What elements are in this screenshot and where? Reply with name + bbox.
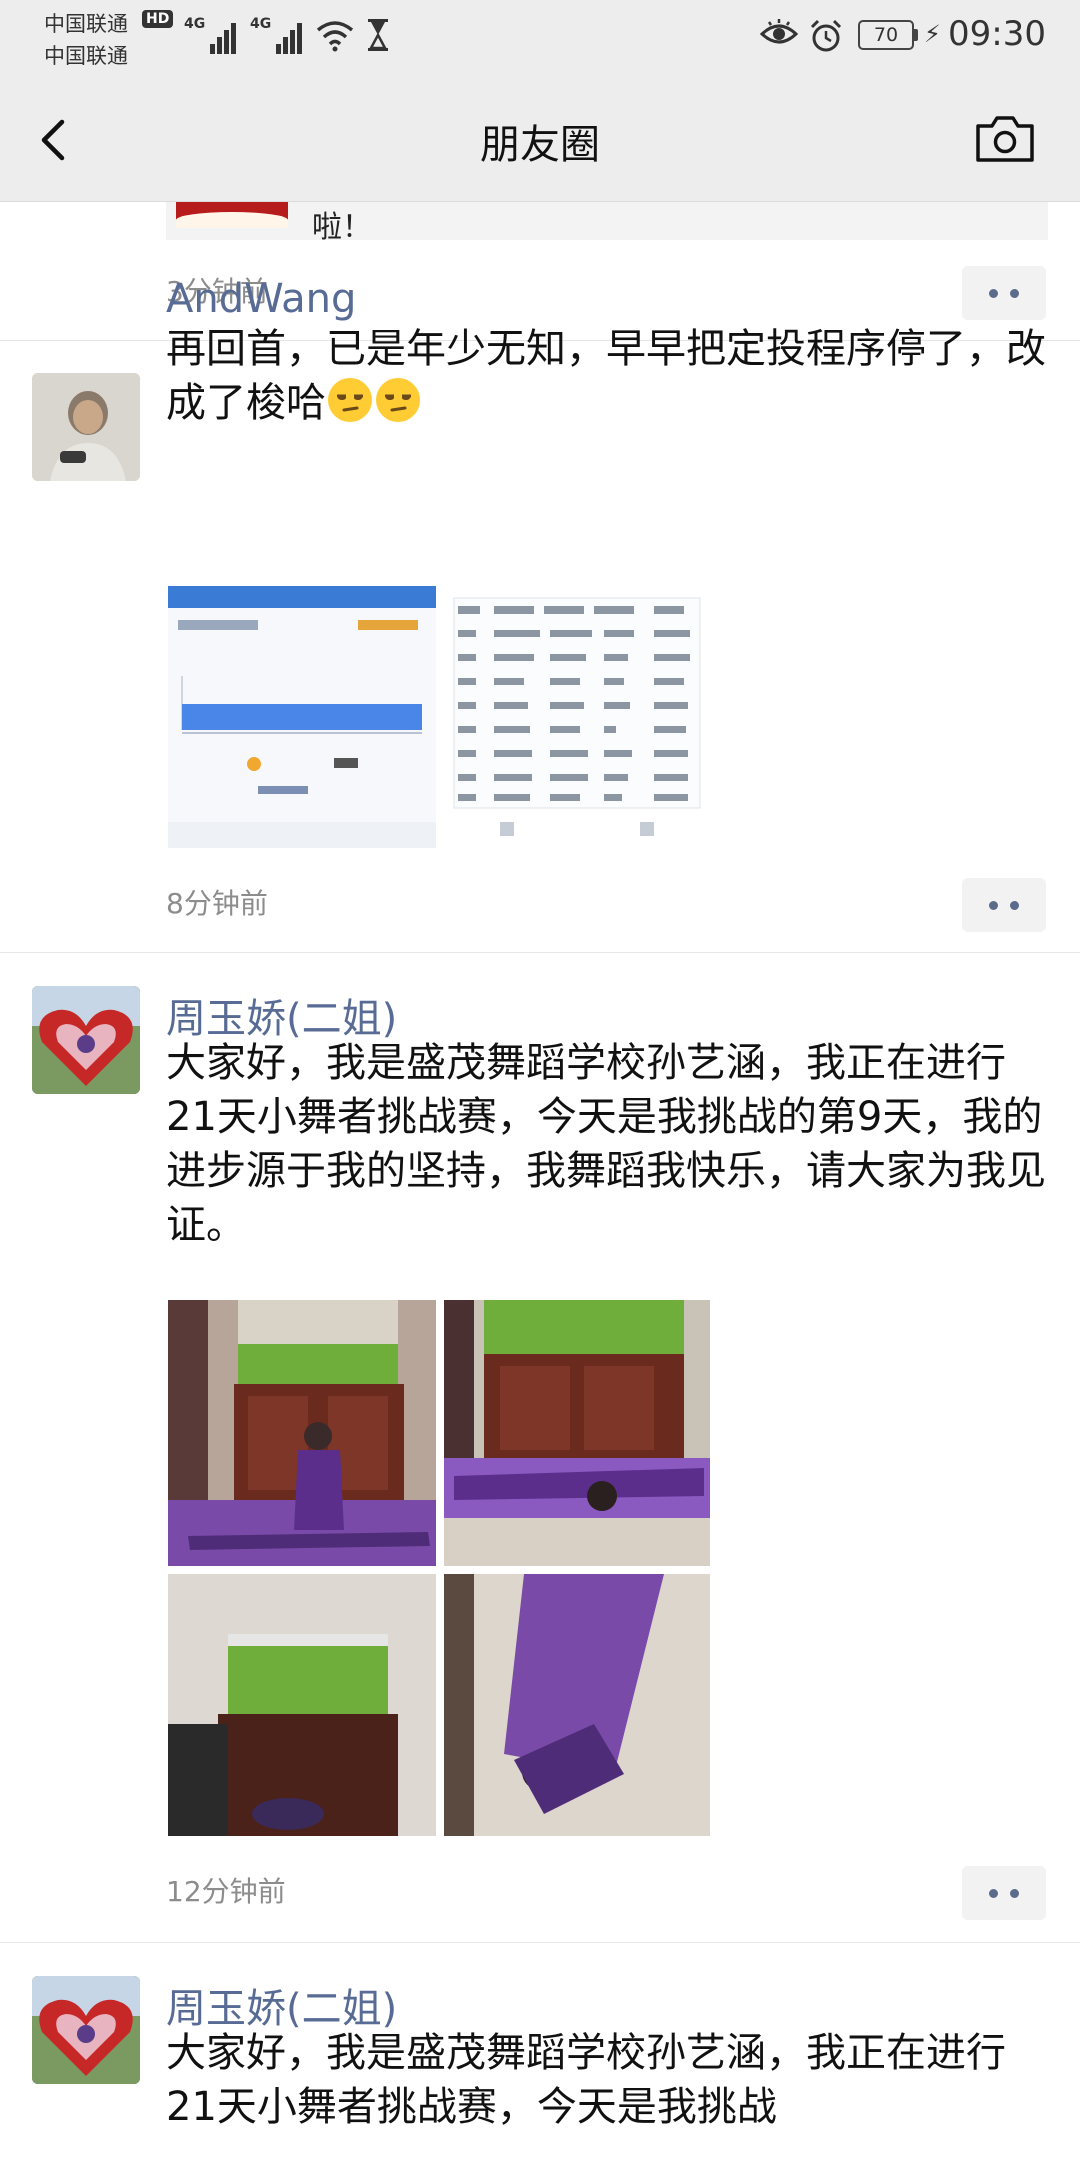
shared-link-card[interactable]: 啦！ [166, 202, 1048, 245]
status-bar: 中国联通 HD 中国联通 4G 4G 70 ⚡ 09:30 [0, 0, 1080, 72]
more-button[interactable] [962, 266, 1046, 320]
avatar[interactable] [32, 373, 140, 481]
post-content: 再回首，已是年少无知，早早把定投程序停了，改成了梭哈 [166, 326, 1046, 426]
eye-comfort-icon [760, 19, 798, 44]
carrier-label-2: 中国联通 [44, 44, 128, 68]
charging-bolt-icon: ⚡ [924, 20, 941, 48]
page-title: 朋友圈 [480, 122, 600, 168]
smirk-emoji-icon [376, 378, 420, 422]
wifi-icon [316, 21, 354, 52]
cellular-signal-icon-2: 4G [250, 16, 306, 54]
moments-feed[interactable]: 啦！ 3分钟前 AndWang 再回首，已是年少无知，早早把定投程序停了，改成了… [0, 202, 1080, 2160]
post-content: 大家好，我是盛茂舞蹈学校孙艺涵，我正在进行21天小舞者挑战赛，今天是我挑战 [166, 2030, 1006, 2130]
alarm-clock-icon [810, 19, 842, 52]
cellular-signal-icon: 4G [184, 16, 240, 54]
hourglass-icon [368, 19, 388, 51]
post-author[interactable]: AndWang [166, 276, 356, 322]
camera-button[interactable] [974, 112, 1036, 166]
post-time: 8分钟前 [166, 887, 268, 920]
shared-link-text: 啦！ [312, 210, 372, 245]
post-image-screenshot-chart[interactable] [168, 586, 436, 848]
status-time: 09:30 [948, 14, 1046, 54]
hd-badge: HD [142, 10, 174, 28]
more-button[interactable] [962, 878, 1046, 932]
nav-bar: 朋友圈 [0, 72, 1080, 202]
more-button[interactable] [962, 1866, 1046, 1920]
battery-tip [914, 29, 918, 41]
post-content: 大家好，我是盛茂舞蹈学校孙艺涵，我正在进行21天小舞者挑战赛，今天是我挑战的第9… [166, 1040, 1046, 1248]
shared-link-thumbnail [176, 202, 288, 228]
post-photo[interactable] [444, 1300, 710, 1566]
battery-indicator: 70 [858, 20, 914, 50]
post-photo[interactable] [168, 1574, 436, 1836]
post-divider [0, 952, 1080, 953]
post-photo[interactable] [444, 1574, 710, 1836]
post-image-screenshot-table[interactable] [444, 586, 710, 848]
carrier-label-1: 中国联通 [44, 12, 128, 36]
smirk-emoji-icon [328, 378, 372, 422]
post-photo[interactable] [168, 1300, 436, 1566]
avatar[interactable] [32, 1976, 140, 2084]
avatar[interactable] [32, 986, 140, 1094]
post-time: 12分钟前 [166, 1875, 286, 1908]
post-divider [0, 1942, 1080, 1943]
